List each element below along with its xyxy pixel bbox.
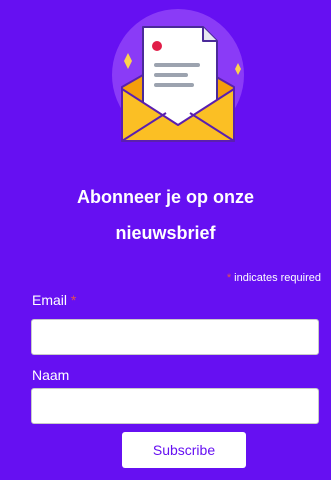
subscribe-button[interactable]: Subscribe [122,432,246,468]
newsletter-title: Abonneer je op onze nieuwsbrief [0,179,331,251]
newsletter-signup-panel: Abonneer je op onze nieuwsbrief * indica… [0,0,331,480]
required-note: * indicates required [227,272,321,284]
email-field[interactable] [31,319,319,355]
email-required-asterisk: * [70,292,77,308]
title-line-2: nieuwsbrief [115,223,216,243]
required-asterisk: * [226,272,232,284]
name-label: Naam [32,367,70,383]
newsletter-envelope-icon [112,9,244,142]
title-line-1: Abonneer je op onze [76,187,254,207]
required-note-text: indicates required [234,272,321,284]
email-label-text: Email [32,292,68,308]
email-label: Email * [32,292,76,308]
name-field[interactable] [31,388,319,424]
